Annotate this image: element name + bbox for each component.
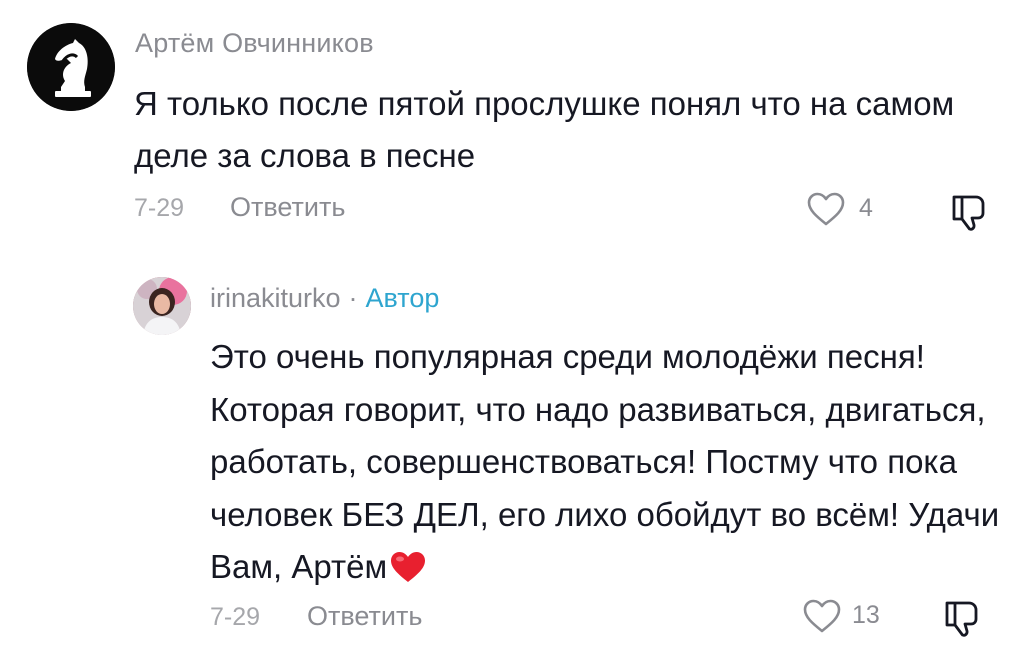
comment-text: Я только после пятой прослушке понял что… xyxy=(134,85,955,174)
reply-avatar[interactable] xyxy=(133,277,191,335)
reply-dislike-button[interactable] xyxy=(939,595,983,639)
heart-outline-icon xyxy=(807,192,845,226)
reply-like-button[interactable] xyxy=(802,598,842,634)
reply-reply-button[interactable]: Ответить xyxy=(307,601,422,632)
dislike-button[interactable] xyxy=(946,189,990,233)
reply-username-row: irinakiturko · Автор xyxy=(210,283,439,314)
thumbs-down-icon xyxy=(945,601,978,637)
comment-date: 7-29 xyxy=(134,194,185,222)
reply-username[interactable]: irinakiturko xyxy=(210,283,341,313)
reply-date: 7-29 xyxy=(210,603,261,631)
red-heart-emoji-icon xyxy=(389,547,427,582)
like-count: 4 xyxy=(859,194,873,222)
thumbs-down-icon xyxy=(952,195,985,231)
comment-username[interactable]: Артём Овчинников xyxy=(135,28,374,59)
like-button[interactable] xyxy=(806,191,846,227)
knight-chess-logo-icon xyxy=(27,23,115,111)
reply-button[interactable]: Ответить xyxy=(230,192,345,223)
reply-text: Это очень популярная среди молодёжи песн… xyxy=(210,338,1000,585)
avatar[interactable] xyxy=(27,23,115,111)
reply-text-block: Это очень популярная среди молодёжи песн… xyxy=(210,331,1010,594)
reply-like-count: 13 xyxy=(852,601,880,629)
author-badge: Автор xyxy=(365,283,440,313)
heart-outline-icon xyxy=(803,599,841,633)
separator-dot: · xyxy=(348,283,358,313)
profile-photo-icon xyxy=(133,277,191,335)
